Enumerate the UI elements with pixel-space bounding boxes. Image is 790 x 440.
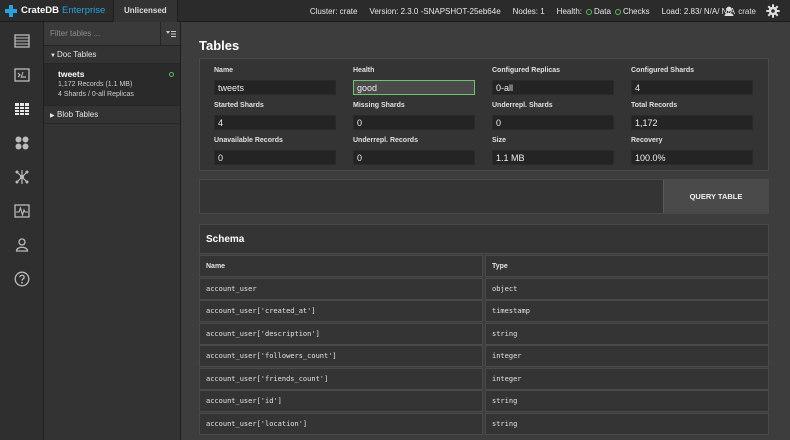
cluster-icon[interactable] [14, 169, 30, 185]
column-name-cell: account_user['created_at'] [199, 300, 483, 322]
gear-icon[interactable] [766, 4, 780, 18]
table-header-row: Name Type [199, 255, 769, 278]
help-icon[interactable] [14, 271, 30, 287]
monitoring-icon[interactable] [14, 203, 30, 219]
column-name-cell: account_user['friends_count'] [199, 367, 483, 390]
brand-edition: Enterprise [62, 5, 106, 16]
console-icon[interactable] [14, 67, 30, 83]
field-recovery: Recovery 100.0% [631, 137, 753, 165]
user-menu[interactable]: crate [724, 0, 756, 22]
query-table-button[interactable]: QUERY TABLE [663, 180, 768, 213]
schema-rows: account_user object account_user['created_… [199, 277, 769, 436]
field-configured-replicas: Configured Replicas 0-all [492, 67, 614, 95]
filter-dropdown-icon [165, 31, 176, 37]
query-bar: QUERY TABLE [199, 179, 769, 214]
license-badge[interactable]: Unlicensed [113, 0, 178, 22]
column-type-cell: integer [485, 345, 769, 367]
user-icon [724, 6, 734, 16]
doc-tables-label: Doc Tables [57, 50, 97, 59]
field-underrepl-shards: Underrepl. Shards 0 [492, 102, 614, 130]
field-name: Name tweets [214, 67, 336, 95]
health-ok-icon [169, 72, 174, 77]
table-name: tweets [58, 69, 85, 79]
column-type-cell: string [485, 390, 769, 412]
field-configured-shards: Configured Shards 4 [631, 67, 753, 95]
table-shards: 4 Shards / 0-all Replicas [58, 91, 134, 98]
table-row: account_user['location'] string [199, 412, 769, 436]
schema-title: Schema [206, 234, 245, 245]
cratedb-logo-icon [5, 4, 17, 17]
checks-health-icon [614, 8, 621, 15]
page-title: Tables [199, 38, 240, 53]
column-header-type[interactable]: Type [485, 255, 769, 277]
table-row: account_user['followers_count'] integer [199, 345, 769, 368]
field-started-shards: Started Shards 4 [214, 102, 336, 130]
column-type-cell: integer [485, 367, 769, 390]
blob-tables-label: Blob Tables [57, 110, 99, 119]
user-name: crate [738, 6, 756, 16]
filter-options-button[interactable] [160, 22, 180, 46]
caret-right-icon: ▶ [50, 113, 55, 119]
table-row: account_user['friends_count'] integer [199, 367, 769, 391]
blob-tables-section[interactable]: ▶ Blob Tables [44, 106, 180, 124]
field-size: Size 1.1 MB [492, 137, 614, 165]
column-name-cell: account_user [199, 277, 483, 300]
top-bar: CrateDB Enterprise Unlicensed Cluster: c… [0, 0, 790, 22]
main-content: Tables Name tweets Health good Configure… [181, 22, 790, 440]
cluster-name: Cluster: crate [309, 6, 358, 16]
column-name-cell: account_user['followers_count'] [199, 345, 483, 367]
overview-icon[interactable] [14, 33, 30, 49]
doc-tables-section[interactable]: ▼Doc Tables [44, 46, 180, 64]
brand-name: CrateDB [21, 5, 60, 16]
schema-header: Schema [199, 224, 769, 254]
table-filter[interactable]: Filter tables ... [44, 22, 180, 46]
column-name-cell: account_user['location'] [199, 412, 483, 435]
column-type-cell: object [485, 277, 769, 300]
column-type-cell: string [485, 322, 769, 345]
table-row: account_user object [199, 277, 769, 301]
column-name-cell: account_user['description'] [199, 322, 483, 345]
cluster-stats: Cluster: crate Version: 2.3.0 -SNAPSHOT-… [298, 0, 735, 22]
tables-sidebar: Filter tables ... ▼Doc Tables tweets 1,1… [44, 22, 181, 440]
field-health: Health good [353, 67, 475, 95]
views-icon[interactable] [14, 135, 30, 151]
table-info-panel: Name tweets Health good Configured Repli… [199, 58, 769, 171]
icon-navigation [0, 22, 44, 440]
cluster-version: Version: 2.3.0 -SNAPSHOT-25eb64e [369, 6, 501, 16]
node-count: Nodes: 1 [512, 6, 545, 16]
users-icon[interactable] [14, 237, 30, 253]
field-total-records: Total Records 1,172 [631, 102, 753, 130]
health-status: Health: Data Checks [556, 6, 650, 16]
field-unavailable-records: Unavailable Records 0 [214, 137, 336, 165]
brand[interactable]: CrateDB Enterprise [0, 0, 113, 22]
table-row: account_user['id'] string [199, 390, 769, 413]
field-missing-shards: Missing Shards 0 [353, 102, 475, 130]
table-records: 1,172 Records (1.1 MB) [58, 81, 133, 88]
schema-table: Name Type account_user object account_user… [199, 255, 769, 435]
sidebar-table-tweets[interactable]: tweets 1,172 Records (1.1 MB) 4 Shards /… [44, 64, 180, 106]
tables-icon[interactable] [14, 101, 30, 117]
filter-input[interactable]: Filter tables ... [44, 29, 100, 38]
column-name-cell: account_user['id'] [199, 390, 483, 412]
column-type-cell: timestamp [485, 300, 769, 322]
column-type-cell: string [485, 412, 769, 435]
data-health-icon [586, 8, 593, 15]
table-row: account_user['description'] string [199, 322, 769, 346]
table-row: account_user['created_at'] timestamp [199, 300, 769, 323]
column-header-name[interactable]: Name [199, 255, 483, 277]
field-underrepl-records: Underrepl. Records 0 [353, 137, 475, 165]
health-badge: good [353, 80, 475, 95]
caret-down-icon: ▼ [50, 53, 56, 59]
